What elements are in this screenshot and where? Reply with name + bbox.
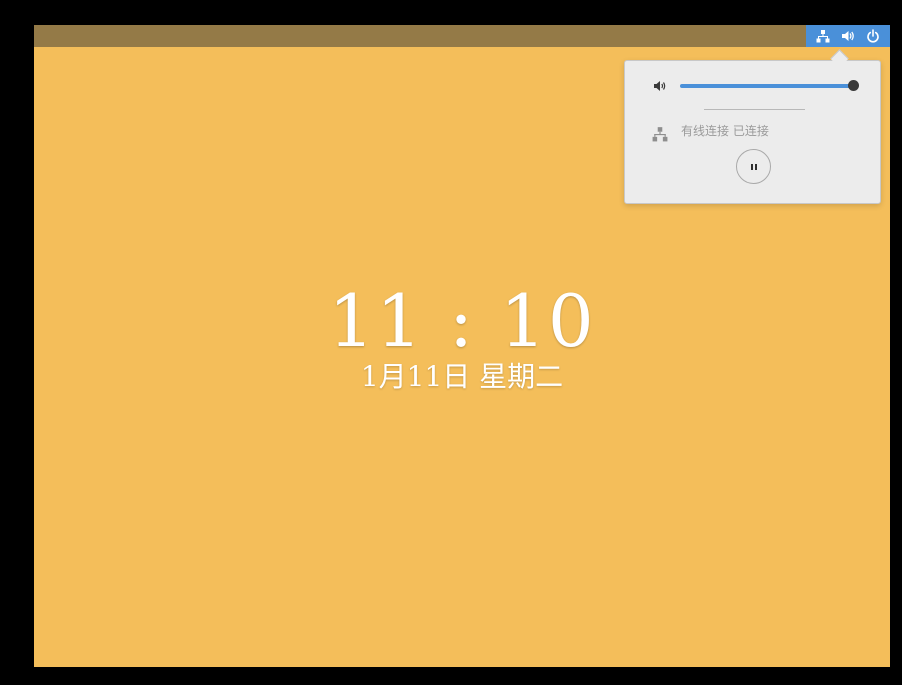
volume-slider[interactable] [680, 84, 855, 88]
separator [704, 109, 805, 110]
system-tray[interactable] [806, 25, 890, 47]
network-wired-icon[interactable] [816, 29, 830, 43]
network-status-label[interactable]: 有线连接 已连接 [681, 123, 769, 139]
pause-button[interactable] [736, 149, 771, 184]
lockscreen-clock: 11 : 10 [328, 279, 596, 363]
lockscreen-date: 1月11日 星期二 [360, 360, 564, 393]
volume-slider-knob[interactable] [848, 80, 859, 91]
network-wired-icon [652, 126, 668, 142]
volume-icon[interactable] [653, 79, 669, 93]
system-menu: 有线连接 已连接 [624, 60, 881, 204]
pause-icon [750, 158, 758, 176]
top-bar [34, 25, 890, 47]
lock-screen: 有线连接 已连接 11 : 10 1月11日 星期二 [34, 25, 890, 667]
power-icon[interactable] [866, 29, 880, 43]
volume-icon[interactable] [841, 29, 855, 43]
